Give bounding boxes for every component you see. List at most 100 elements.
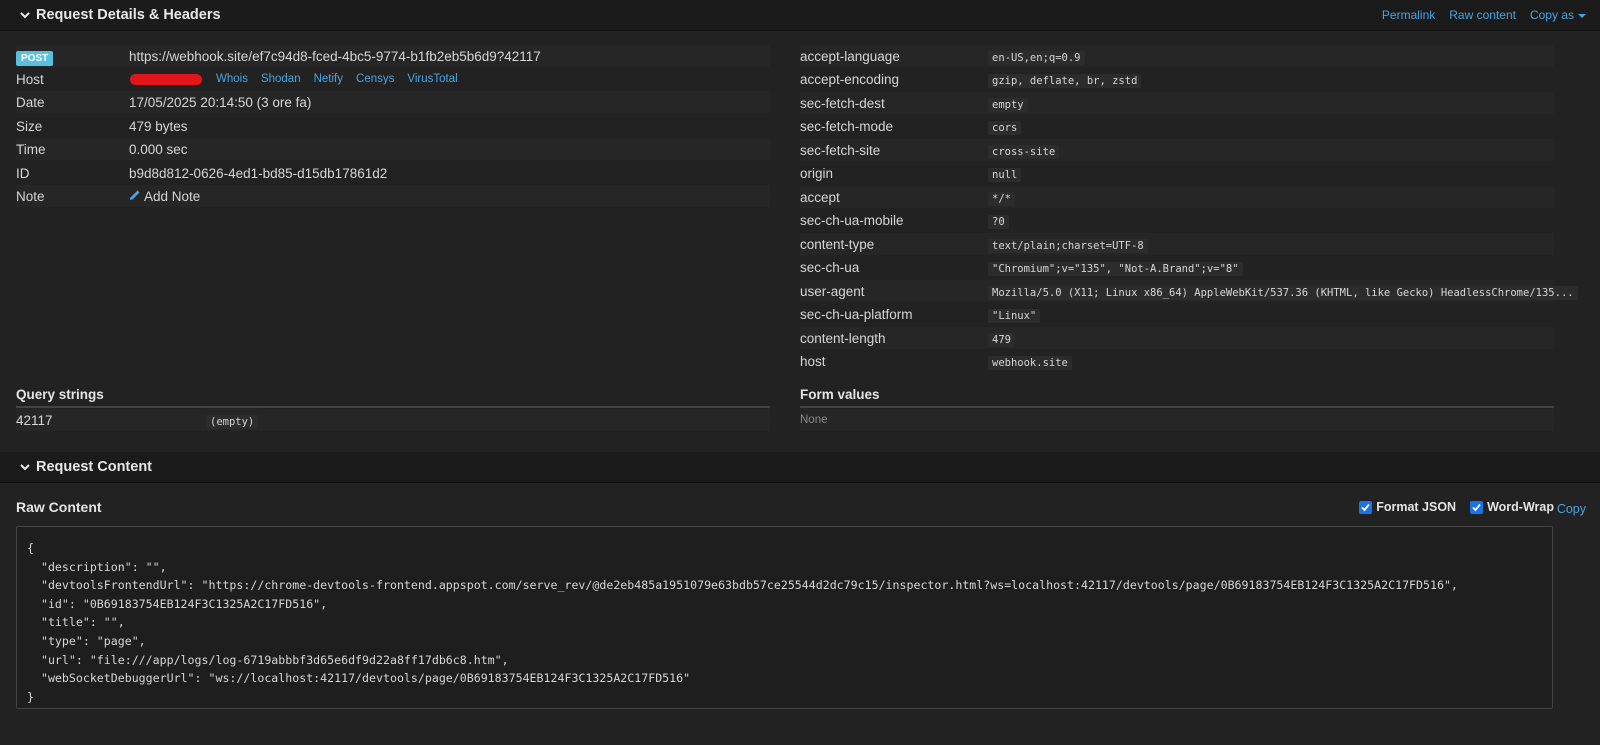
id-label: ID [16, 165, 30, 181]
host-tool-link-virustotal[interactable]: VirusTotal [407, 73, 457, 85]
detail-row-size: Size 479 bytes [16, 115, 770, 137]
query-string-value: (empty) [206, 414, 259, 429]
chevron-down-icon [20, 462, 30, 472]
header-row: origin null [800, 163, 1554, 185]
header-name: sec-ch-ua-mobile [800, 213, 904, 228]
checkmark-icon [1359, 500, 1373, 514]
query-string-row: 42117 (empty) [16, 409, 770, 431]
host-tools: Whois Shodan Netify Censys VirusTotal [216, 73, 458, 85]
details-section-header[interactable]: Request Details & Headers Permalink Raw … [0, 0, 1600, 31]
time-label: Time [16, 141, 46, 157]
header-name: origin [800, 166, 834, 181]
detail-row-date: Date 17/05/2025 20:14:50 (3 ore fa) [16, 91, 770, 113]
header-name: accept [800, 189, 840, 205]
header-value: gzip, deflate, br, zstd [988, 74, 1142, 88]
detail-row-url: POST https://webhook.site/ef7c94d8-fced-… [16, 45, 770, 67]
add-note-label: Add Note [144, 188, 201, 204]
header-value: "Chromium";v="135", "Not-A.Brand";v="8" [988, 262, 1243, 276]
header-value: webhook.site [988, 356, 1072, 370]
header-value: text/plain;charset=UTF-8 [988, 238, 1148, 253]
host-tool-link-censys[interactable]: Censys [356, 73, 394, 85]
details-section-title: Request Details & Headers [36, 7, 221, 23]
request-url-link[interactable]: https://webhook.site/ef7c94d8-fced-4bc5-… [129, 49, 541, 64]
note-label: Note [16, 188, 45, 204]
header-value: ?0 [988, 215, 1009, 229]
detail-row-note: Note Add Note [16, 185, 770, 207]
pencil-icon [129, 189, 141, 204]
copy-raw-button[interactable]: Copy [1557, 502, 1586, 516]
form-values-empty: None [800, 414, 828, 426]
raw-content-link[interactable]: Raw content [1449, 8, 1516, 22]
size-label: Size [16, 118, 43, 134]
header-row: accept-language en-US,en;q=0.9 [800, 45, 1554, 67]
add-note-button[interactable]: Add Note [129, 189, 200, 204]
copy-as-label: Copy as [1529, 8, 1574, 22]
header-value: null [988, 168, 1022, 182]
method-badge: POST [16, 49, 54, 66]
form-values-divider [800, 406, 1554, 408]
header-value: en-US,en;q=0.9 [988, 50, 1085, 65]
header-row: accept-encoding gzip, deflate, br, zstd [800, 69, 1554, 91]
size-value: 479 bytes [129, 118, 188, 134]
header-name: sec-fetch-site [800, 142, 881, 158]
format-json-label: Format JSON [1376, 500, 1457, 514]
content-section-header[interactable]: Request Content [0, 452, 1600, 483]
detail-row-time: Time 0.000 sec [16, 138, 770, 160]
date-value: 17/05/2025 20:14:50 (3 ore fa) [129, 94, 312, 110]
host-tool-link-shodan[interactable]: Shodan [261, 73, 301, 85]
detail-row-id: ID b9d8d812-0626-4ed1-bd85-d15db17861d2 [16, 162, 770, 184]
chevron-down-icon [20, 10, 30, 20]
details-section-toggle[interactable]: Request Details & Headers [0, 7, 221, 23]
raw-content-body[interactable]: { "description": "", "devtoolsFrontendUr… [16, 526, 1553, 709]
header-name: accept-encoding [800, 72, 900, 87]
header-row: sec-fetch-site cross-site [800, 139, 1554, 161]
copy-as-dropdown[interactable]: Copy as [1530, 8, 1586, 22]
format-json-checkbox[interactable]: Format JSON [1359, 500, 1456, 514]
raw-content-options: Format JSON Word-Wrap [1359, 500, 1554, 514]
date-label: Date [16, 94, 45, 110]
checkmark-icon [1470, 500, 1484, 514]
caret-down-icon [1578, 13, 1586, 18]
host-label: Host [16, 71, 44, 87]
header-value: cors [988, 121, 1022, 135]
header-value: Mozilla/5.0 (X11; Linux x86_64) AppleWeb… [988, 285, 1578, 300]
header-value: 479 [988, 332, 1015, 347]
header-row: sec-ch-ua-platform "Linux" [800, 304, 1554, 326]
header-name: content-length [800, 330, 886, 346]
host-tool-link-netify[interactable]: Netify [314, 73, 343, 85]
header-row: host webhook.site [800, 351, 1554, 373]
header-name: sec-fetch-mode [800, 119, 894, 134]
content-section-title: Request Content [36, 459, 152, 475]
detail-row-host: Host Whois Shodan Netify Censys VirusTotal [16, 68, 770, 90]
header-row: sec-ch-ua-mobile ?0 [800, 210, 1554, 232]
word-wrap-checkbox[interactable]: Word-Wrap [1470, 500, 1554, 514]
raw-content-title: Raw Content [16, 499, 102, 515]
header-row: user-agent Mozilla/5.0 (X11; Linux x86_64… [800, 280, 1578, 302]
header-row: content-length 479 [800, 327, 1554, 349]
header-row: sec-ch-ua "Chromium";v="135", "Not-A.Bran… [800, 257, 1554, 279]
header-name: accept-language [800, 48, 900, 64]
header-row: content-type text/plain;charset=UTF-8 [800, 233, 1554, 255]
host-tool-link-whois[interactable]: Whois [216, 73, 248, 85]
header-name: content-type [800, 236, 875, 252]
header-row: sec-fetch-dest empty [800, 92, 1554, 114]
word-wrap-label: Word-Wrap [1487, 500, 1554, 514]
header-name: sec-fetch-dest [800, 95, 885, 111]
form-values-title: Form values [800, 387, 880, 402]
id-value: b9d8d812-0626-4ed1-bd85-d15db17861d2 [129, 165, 388, 181]
header-name: user-agent [800, 283, 865, 299]
header-value: empty [988, 97, 1028, 112]
header-row: accept */* [800, 186, 1554, 208]
query-strings-title: Query strings [16, 387, 104, 402]
query-strings-divider [16, 406, 770, 408]
permalink-link[interactable]: Permalink [1382, 8, 1435, 22]
header-name: sec-ch-ua [800, 260, 860, 275]
query-string-key: 42117 [16, 412, 53, 428]
redacted-host-ip [130, 73, 202, 85]
form-values-row: None [800, 409, 1554, 431]
header-name: sec-ch-ua-platform [800, 307, 913, 322]
header-value: cross-site [988, 144, 1060, 159]
content-section-toggle[interactable]: Request Content [0, 459, 152, 475]
header-row: sec-fetch-mode cors [800, 116, 1554, 138]
header-value: "Linux" [988, 309, 1041, 323]
